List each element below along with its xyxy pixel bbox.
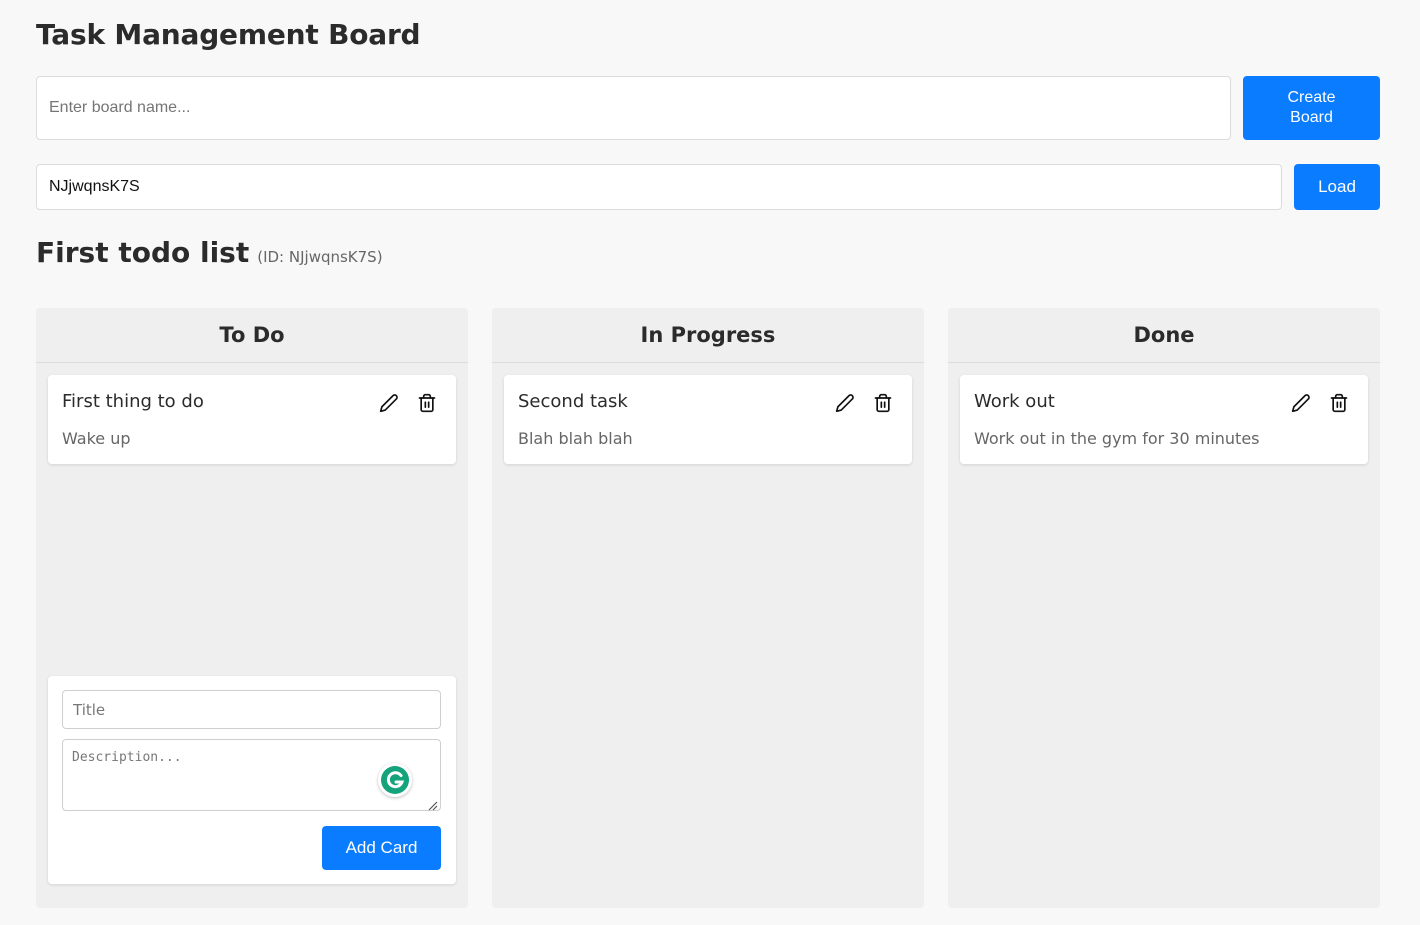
column-todo: To Do First thing to do Wake up Title De… bbox=[36, 308, 468, 908]
pencil-icon[interactable] bbox=[1289, 391, 1313, 415]
resize-handle-icon[interactable] bbox=[426, 796, 438, 811]
grammarly-icon[interactable] bbox=[378, 763, 412, 797]
card-description: Work out in the gym for 30 minutes bbox=[974, 429, 1260, 448]
trash-icon[interactable] bbox=[415, 391, 439, 415]
card-title: Work out bbox=[974, 391, 1055, 412]
board-heading: First todo list (ID: NJjwqnsK7S) bbox=[36, 236, 383, 269]
column-header: In Progress bbox=[492, 308, 924, 363]
column-in-progress: In Progress Second task Blah blah blah bbox=[492, 308, 924, 908]
card-description: Blah blah blah bbox=[518, 429, 633, 448]
column-header: To Do bbox=[36, 308, 468, 363]
task-card[interactable]: First thing to do Wake up bbox=[48, 375, 456, 464]
trash-icon[interactable] bbox=[1327, 391, 1351, 415]
card-description: Wake up bbox=[62, 429, 131, 448]
trash-icon[interactable] bbox=[871, 391, 895, 415]
add-card-form: Add Card bbox=[48, 676, 456, 884]
load-button[interactable]: Load bbox=[1294, 164, 1380, 210]
card-title: First thing to do bbox=[62, 391, 204, 412]
task-card[interactable]: Second task Blah blah blah bbox=[504, 375, 912, 464]
create-board-button[interactable]: Create Board bbox=[1243, 76, 1380, 140]
app-title: Task Management Board bbox=[36, 18, 421, 51]
column-header: Done bbox=[948, 308, 1380, 363]
column-done: Done Work out Work out in the gym for 30… bbox=[948, 308, 1380, 908]
board-name-input[interactable] bbox=[36, 76, 1231, 140]
card-title-input[interactable] bbox=[62, 690, 441, 729]
pencil-icon[interactable] bbox=[377, 391, 401, 415]
board-id-label: (ID: NJjwqnsK7S) bbox=[257, 248, 383, 266]
pencil-icon[interactable] bbox=[833, 391, 857, 415]
board-title: First todo list bbox=[36, 236, 250, 269]
page: Task Management Board Create Board Load … bbox=[0, 0, 1420, 925]
add-card-button[interactable]: Add Card bbox=[322, 826, 441, 870]
board-id-input[interactable] bbox=[36, 164, 1282, 210]
task-card[interactable]: Work out Work out in the gym for 30 minu… bbox=[960, 375, 1368, 464]
card-title: Second task bbox=[518, 391, 628, 412]
